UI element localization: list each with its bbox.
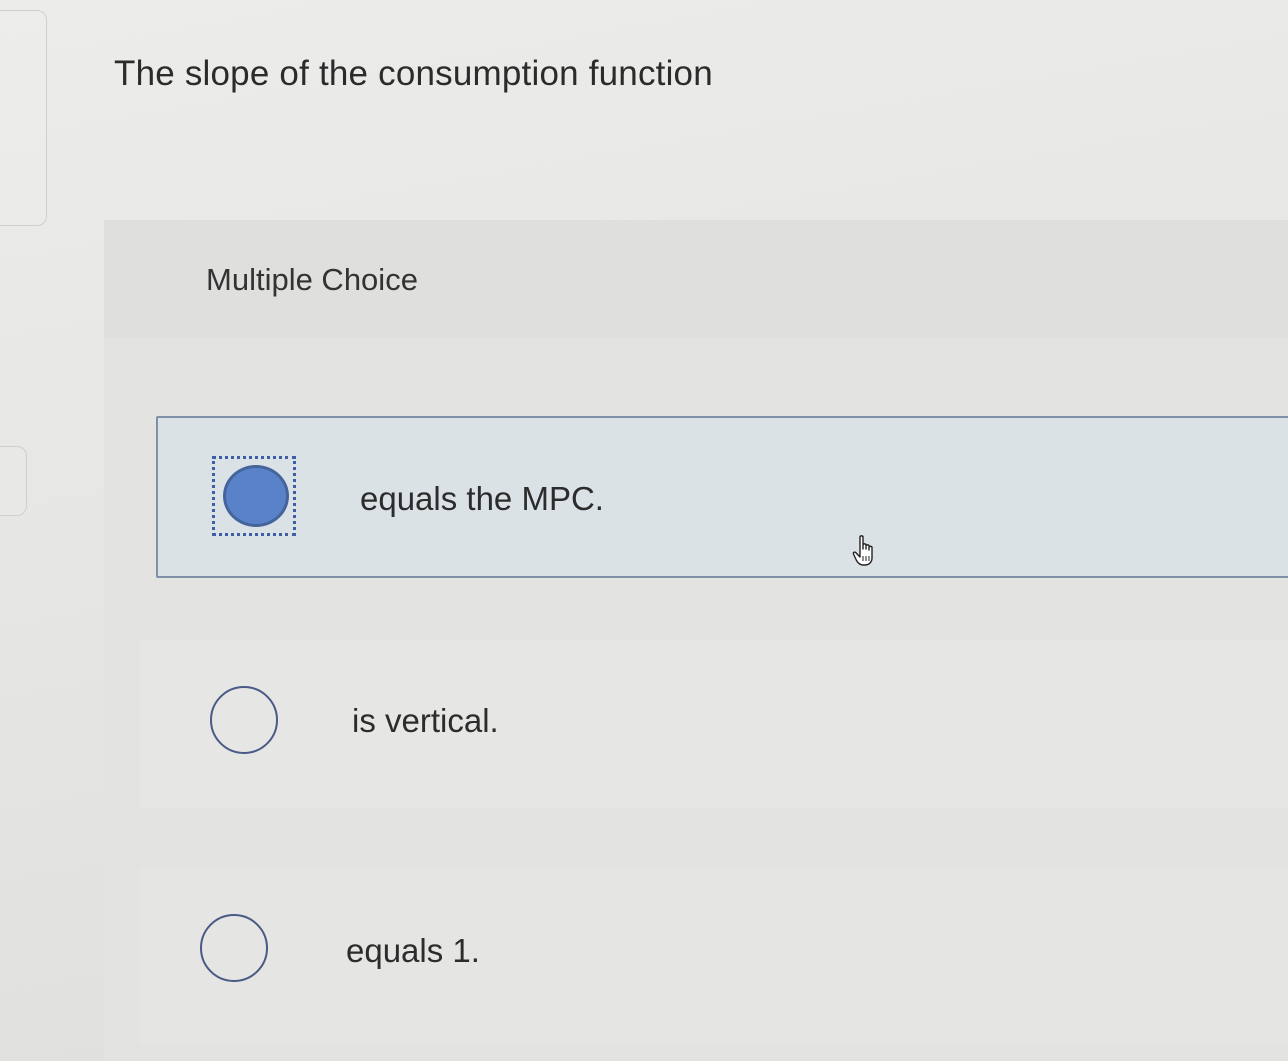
radio-unselected-icon[interactable]: [210, 686, 278, 754]
question-text: The slope of the consumption function: [114, 54, 713, 93]
choice-label: equals 1.: [346, 932, 480, 969]
choice-label: equals the MPC.: [360, 480, 604, 517]
hand-pointer-icon: [852, 535, 873, 566]
choice-option-3[interactable]: equals 1.: [140, 868, 1288, 1044]
radio-selected-icon[interactable]: [223, 465, 289, 527]
choice-option-2[interactable]: is vertical.: [140, 640, 1288, 808]
radio-unselected-icon[interactable]: [200, 914, 268, 982]
question-type-label: Multiple Choice: [206, 262, 418, 297]
left-edge-tab: [0, 446, 27, 516]
radio-focus-ring: [212, 456, 296, 536]
choice-label: is vertical.: [352, 702, 499, 739]
choice-option-1[interactable]: equals the MPC.: [156, 416, 1288, 578]
left-edge-frame: [0, 10, 47, 226]
panel-header: Multiple Choice: [104, 220, 1288, 338]
